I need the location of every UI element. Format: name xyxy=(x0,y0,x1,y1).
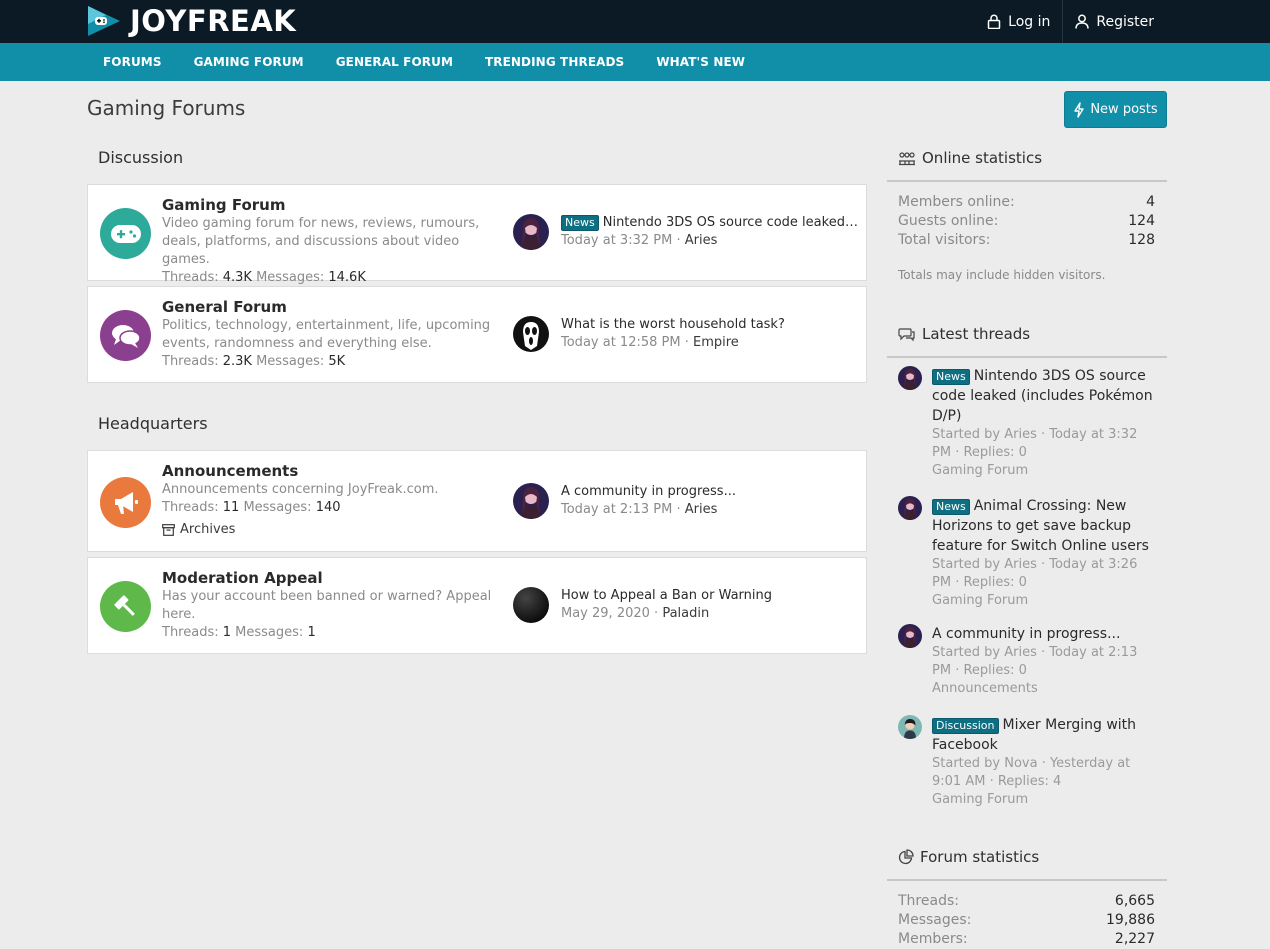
stat-row: Total visitors: 128 xyxy=(898,232,1155,248)
user-icon xyxy=(1075,14,1090,29)
stat-row: Members online: 4 xyxy=(898,194,1155,210)
nav-item-gaming-forum[interactable]: GAMING FORUM xyxy=(178,43,320,81)
latest-post-title[interactable]: What is the worst household task? xyxy=(561,316,861,334)
avatar[interactable] xyxy=(898,496,922,520)
latest-post-title[interactable]: A community in progress... xyxy=(561,483,861,501)
users-group-icon xyxy=(899,151,915,165)
login-link[interactable]: Log in xyxy=(975,0,1062,43)
forum-stats: Threads: 4.3K Messages: 14.6K xyxy=(162,270,366,285)
login-label: Log in xyxy=(1008,13,1051,30)
block-header: Latest threads xyxy=(887,322,1167,346)
nav-item-general-forum[interactable]: GENERAL FORUM xyxy=(320,43,469,81)
forum-node-gaming: Gaming Forum Video gaming forum for news… xyxy=(87,184,867,285)
register-label: Register xyxy=(1096,13,1154,30)
megaphone-icon xyxy=(100,477,151,528)
thread-title-link[interactable]: News Nintendo 3DS OS source code leaked (… xyxy=(932,366,1154,426)
comments-icon xyxy=(898,327,915,341)
forum-statistics-block: Forum statistics Threads: 6,665 Messages:… xyxy=(887,845,1167,949)
forum-stats: Threads: 2.3K Messages: 5K xyxy=(162,354,346,369)
account-actions: Log in Register xyxy=(975,0,1166,43)
thread-title-link[interactable]: News Animal Crossing: New Horizons to get… xyxy=(932,496,1154,556)
archive-box-icon xyxy=(162,524,175,536)
forum-description: Politics, technology, entertainment, lif… xyxy=(162,318,491,351)
nav-item-whats-new[interactable]: WHAT'S NEW xyxy=(640,43,761,81)
avatar[interactable] xyxy=(513,316,549,352)
forum-stats: Threads: 1 Messages: 1 xyxy=(162,625,316,640)
username-link[interactable]: Paladin xyxy=(662,606,709,621)
forum-title[interactable]: Moderation Appeal xyxy=(162,569,502,588)
forum-node-moderation-appeal: Moderation Appeal Has your account been … xyxy=(87,557,867,654)
site-name: JOYFREAK xyxy=(130,4,297,38)
stat-row: Messages: 19,886 xyxy=(898,912,1155,928)
register-link[interactable]: Register xyxy=(1063,0,1166,43)
avatar[interactable] xyxy=(898,715,922,739)
forum-stats: Threads: 11 Messages: 140 xyxy=(162,500,341,515)
hidden-visitors-note: Totals may include hidden visitors. xyxy=(898,268,1106,282)
username-link[interactable]: Aries xyxy=(685,233,718,248)
bolt-icon xyxy=(1074,101,1085,118)
forum-description: Has your account been banned or warned? … xyxy=(162,589,492,622)
news-label: News xyxy=(932,499,970,515)
avatar[interactable] xyxy=(898,624,922,648)
latest-post-title[interactable]: News Nintendo 3DS OS source code leaked (… xyxy=(561,214,861,232)
thread-meta: Started by Nova · Yesterday at 9:01 AM ·… xyxy=(932,756,1131,789)
stat-row: Guests online: 124 xyxy=(898,213,1155,229)
pie-chart-icon xyxy=(898,849,914,865)
top-header: JOYFREAK Log in Register xyxy=(0,0,1270,43)
gavel-icon xyxy=(100,581,151,632)
avatar[interactable] xyxy=(513,214,549,250)
nav-item-forums[interactable]: FORUMS xyxy=(87,43,178,81)
lock-icon xyxy=(987,14,1001,29)
gamepad-icon xyxy=(100,208,151,259)
chat-bubbles-icon xyxy=(100,310,151,361)
forum-node-announcements: Announcements Announcements concerning J… xyxy=(87,450,867,552)
thread-forum-link[interactable]: Announcements xyxy=(932,680,1154,698)
new-posts-label: New posts xyxy=(1090,102,1158,117)
thread-forum-link[interactable]: Gaming Forum xyxy=(932,791,1154,809)
nav-item-trending-threads[interactable]: TRENDING THREADS xyxy=(469,43,640,81)
username-link[interactable]: Empire xyxy=(693,335,739,350)
avatar[interactable] xyxy=(513,483,549,519)
logo-play-icon xyxy=(86,4,122,38)
latest-post-meta: Today at 12:58 PM · Empire xyxy=(561,335,739,350)
online-statistics-block: Online statistics Members online: 4 Guest… xyxy=(887,146,1167,282)
latest-post-title[interactable]: How to Appeal a Ban or Warning xyxy=(561,587,861,605)
forum-description: Video gaming forum for news, reviews, ru… xyxy=(162,216,480,267)
avatar[interactable] xyxy=(513,587,549,623)
thread-meta: Started by Aries · Today at 2:13 PM · Re… xyxy=(932,645,1138,678)
stat-row: Threads: 6,665 xyxy=(898,893,1155,909)
archives-link[interactable]: Archives xyxy=(162,521,502,539)
forum-title[interactable]: Gaming Forum xyxy=(162,196,502,215)
thread-meta: Started by Aries · Today at 3:26 PM · Re… xyxy=(932,557,1138,590)
latest-post-meta: Today at 2:13 PM · Aries xyxy=(561,502,718,517)
thread-meta: Started by Aries · Today at 3:32 PM · Re… xyxy=(932,427,1138,460)
thread-forum-link[interactable]: Gaming Forum xyxy=(932,462,1154,480)
latest-threads-block: Latest threads News Nintendo 3DS OS sourc… xyxy=(887,322,1167,812)
thread-title-link[interactable]: Discussion Mixer Merging with Facebook xyxy=(932,715,1154,755)
section-title-headquarters: Headquarters xyxy=(98,414,208,433)
divider xyxy=(887,356,1167,358)
block-header: Online statistics xyxy=(887,146,1167,170)
new-posts-button[interactable]: New posts xyxy=(1064,91,1167,128)
news-label: News xyxy=(561,215,599,231)
page-title: Gaming Forums xyxy=(87,96,246,120)
forum-node-general: General Forum Politics, technology, ente… xyxy=(87,286,867,383)
block-header: Forum statistics xyxy=(887,845,1167,869)
site-logo[interactable]: JOYFREAK xyxy=(86,3,296,39)
thread-forum-link[interactable]: Gaming Forum xyxy=(932,592,1154,610)
thread-title-link[interactable]: A community in progress... xyxy=(932,624,1154,644)
main-nav: FORUMS GAMING FORUM GENERAL FORUM TRENDI… xyxy=(0,43,1270,81)
latest-post-meta: May 29, 2020 · Paladin xyxy=(561,606,710,621)
discussion-label: Discussion xyxy=(932,718,999,734)
forum-title[interactable]: General Forum xyxy=(162,298,502,317)
forum-description: Announcements concerning JoyFreak.com. xyxy=(162,482,439,497)
section-title-discussion: Discussion xyxy=(98,148,184,167)
forum-title[interactable]: Announcements xyxy=(162,462,502,481)
avatar[interactable] xyxy=(898,366,922,390)
news-label: News xyxy=(932,369,970,385)
latest-post-meta: Today at 3:32 PM · Aries xyxy=(561,233,718,248)
username-link[interactable]: Aries xyxy=(685,502,718,517)
